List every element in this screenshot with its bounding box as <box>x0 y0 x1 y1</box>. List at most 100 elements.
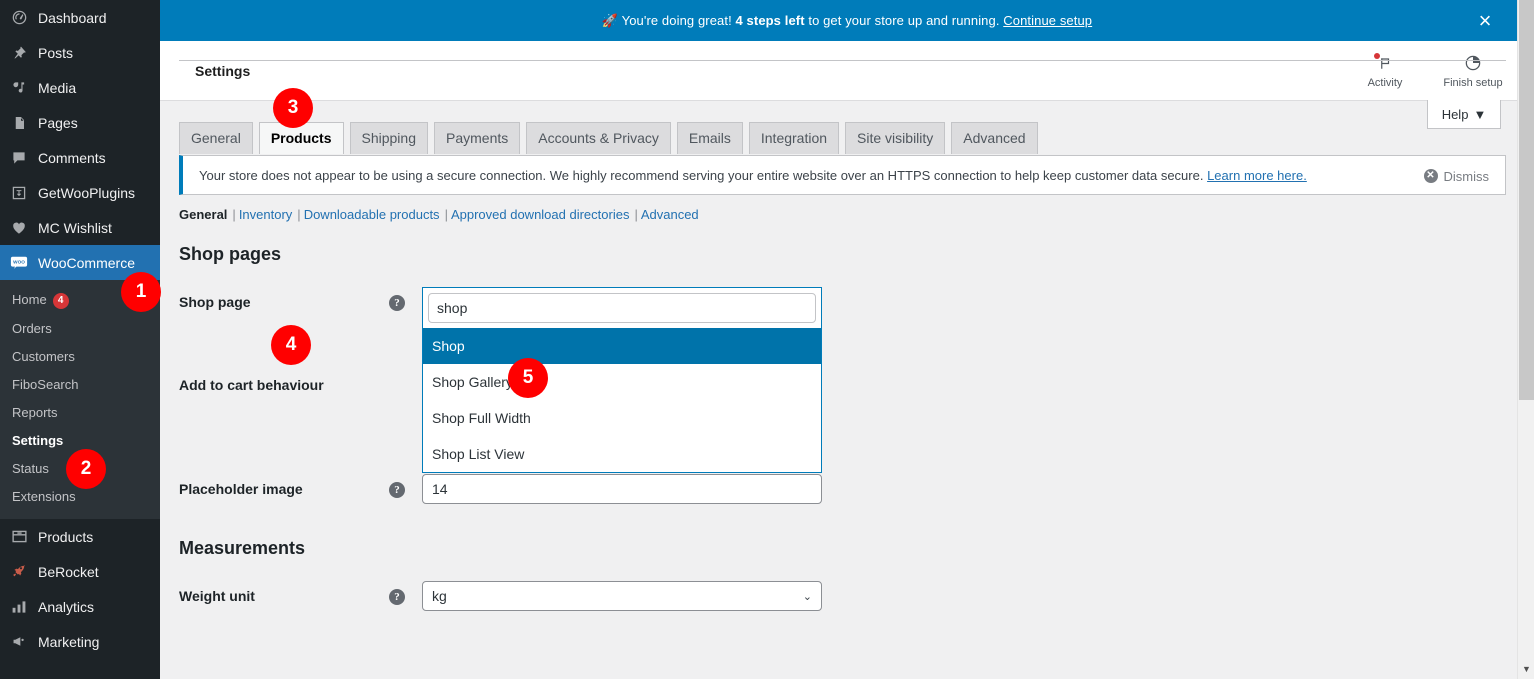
subnav-general[interactable]: General <box>179 207 227 222</box>
help-icon[interactable]: ? <box>389 589 405 605</box>
main-content: 🚀 You're doing great! 4 steps left to ge… <box>160 0 1534 679</box>
submenu-label: Home <box>12 292 47 307</box>
learn-more-link[interactable]: Learn more here. <box>1207 168 1307 183</box>
tab-products[interactable]: Products <box>258 122 344 154</box>
products-icon <box>9 527 29 547</box>
sidebar-item-label: GetWooPlugins <box>38 184 136 201</box>
tab-advanced[interactable]: Advanced <box>951 122 1038 154</box>
weight-unit-help: ? <box>389 581 422 605</box>
scroll-down-arrow-icon[interactable]: ▼ <box>1518 660 1534 677</box>
notice-text: Your store does not appear to be using a… <box>199 167 1208 183</box>
activity-button[interactable]: Activity <box>1354 53 1416 89</box>
sidebar-item-label: Dashboard <box>38 9 107 26</box>
shop-page-option-shop[interactable]: Shop <box>423 328 821 364</box>
callout-2: 2 <box>66 449 106 489</box>
sidebar-item-label: WooCommerce <box>38 254 135 271</box>
finish-setup-button[interactable]: Finish setup <box>1442 53 1504 89</box>
subnav-advanced[interactable]: Advanced <box>641 207 699 222</box>
weight-unit-select[interactable]: kg ⌄ <box>422 581 822 611</box>
pin-icon <box>9 43 29 63</box>
help-icon[interactable]: ? <box>389 295 405 311</box>
banner-text: 🚀 You're doing great! 4 steps left to ge… <box>602 13 1092 29</box>
store-setup-banner: 🚀 You're doing great! 4 steps left to ge… <box>160 0 1534 41</box>
sidebar-item-pages[interactable]: Pages <box>0 105 160 140</box>
shop-page-option-shop-list-view[interactable]: Shop List View <box>423 436 821 472</box>
help-label: Help <box>1441 106 1469 122</box>
dismiss-x-icon: ✕ <box>1423 169 1438 183</box>
heart-icon <box>9 218 29 238</box>
sidebar-item-label: Analytics <box>38 598 95 615</box>
tab-payments[interactable]: Payments <box>434 122 521 154</box>
plugin-icon <box>9 183 29 203</box>
https-notice: Your store does not appear to be using a… <box>179 155 1506 195</box>
banner-steps-left: 4 steps left <box>735 12 805 28</box>
admin-sidebar: Dashboard Posts Media Pages Comments Get… <box>0 0 160 679</box>
subnav-downloadable-products[interactable]: Downloadable products <box>304 207 440 222</box>
sidebar-item-analytics[interactable]: Analytics <box>0 589 160 624</box>
sidebar-item-mc-wishlist[interactable]: MC Wishlist <box>0 210 160 245</box>
tab-site-visibility[interactable]: Site visibility <box>845 122 946 154</box>
shop-page-option-shop-full-width[interactable]: Shop Full Width <box>423 400 821 436</box>
placeholder-image-input[interactable]: 14 <box>422 474 822 504</box>
subnav-separator: | <box>634 207 638 222</box>
tab-integration[interactable]: Integration <box>748 122 840 154</box>
sidebar-item-label: Marketing <box>38 633 100 650</box>
wc-header-bar: Settings Activity Finish setup <box>160 41 1534 101</box>
sidebar-item-posts[interactable]: Posts <box>0 35 160 70</box>
sidebar-item-marketing[interactable]: Marketing <box>0 624 160 659</box>
weight-unit-row: Weight unit ? kg ⌄ <box>179 581 1534 611</box>
media-icon <box>9 78 29 98</box>
shop-page-search-input[interactable]: shop <box>428 293 816 323</box>
progress-circle-icon <box>1464 53 1482 73</box>
submenu-item-orders[interactable]: Orders <box>0 315 160 343</box>
woocommerce-icon: WOO <box>9 253 29 273</box>
tab-shipping[interactable]: Shipping <box>349 122 428 154</box>
megaphone-icon <box>9 632 29 652</box>
help-icon[interactable]: ? <box>389 482 405 498</box>
add-to-cart-row: Add to cart behaviour <box>179 370 1534 410</box>
shop-pages-heading: Shop pages <box>179 244 282 264</box>
callout-3: 3 <box>273 88 313 128</box>
sidebar-item-label: MC Wishlist <box>38 219 112 236</box>
header-actions: Activity Finish setup <box>1354 41 1504 101</box>
sidebar-item-products[interactable]: Products <box>0 519 160 554</box>
sidebar-item-dashboard[interactable]: Dashboard <box>0 0 160 35</box>
subnav-separator: | <box>444 207 448 222</box>
submenu-item-fibosearch[interactable]: FiboSearch <box>0 371 160 399</box>
page-scrollbar[interactable]: ▼ <box>1517 0 1534 679</box>
placeholder-image-help: ? <box>389 474 422 498</box>
tab-emails[interactable]: Emails <box>676 122 743 154</box>
callout-1: 1 <box>121 272 161 312</box>
chevron-down-icon: ▼ <box>1473 106 1487 122</box>
settings-form: Shop pages Shop page ? shop Shop Shop Ga… <box>160 244 1534 611</box>
rocket-emoji-icon: 🚀 <box>601 12 619 28</box>
rocket-icon <box>9 562 29 582</box>
flag-icon <box>1373 53 1393 73</box>
sidebar-item-media[interactable]: Media <box>0 70 160 105</box>
activity-label: Activity <box>1367 77 1403 89</box>
sidebar-item-label: Comments <box>38 149 106 166</box>
help-button[interactable]: Help ▼ <box>1427 100 1501 129</box>
analytics-icon <box>9 597 29 617</box>
close-icon[interactable]: × <box>1464 0 1506 41</box>
dismiss-button[interactable]: ✕ Dismiss <box>1423 156 1489 196</box>
tab-list: General Products Shipping Payments Accou… <box>179 122 1534 154</box>
continue-setup-link[interactable]: Continue setup <box>1003 13 1092 28</box>
banner-text-after: to get your store up and running. <box>804 12 1004 28</box>
shop-page-option-shop-gallery-view[interactable]: Shop Gallery View <box>423 364 821 400</box>
tab-general[interactable]: General <box>179 122 253 154</box>
scrollbar-thumb[interactable] <box>1519 0 1534 400</box>
subnav-separator: | <box>232 207 236 222</box>
weight-unit-label: Weight unit <box>179 588 255 604</box>
tab-accounts-privacy[interactable]: Accounts & Privacy <box>526 122 671 154</box>
submenu-item-customers[interactable]: Customers <box>0 343 160 371</box>
sidebar-item-comments[interactable]: Comments <box>0 140 160 175</box>
subnav-approved-download-directories[interactable]: Approved download directories <box>451 207 630 222</box>
finish-setup-label: Finish setup <box>1443 77 1503 89</box>
submenu-item-reports[interactable]: Reports <box>0 399 160 427</box>
subnav-inventory[interactable]: Inventory <box>239 207 292 222</box>
sidebar-item-berocket[interactable]: BeRocket <box>0 554 160 589</box>
sidebar-item-label: Products <box>38 528 94 545</box>
sidebar-item-getwooplugins[interactable]: GetWooPlugins <box>0 175 160 210</box>
products-subnav: General | Inventory | Downloadable products |… <box>160 195 1534 222</box>
